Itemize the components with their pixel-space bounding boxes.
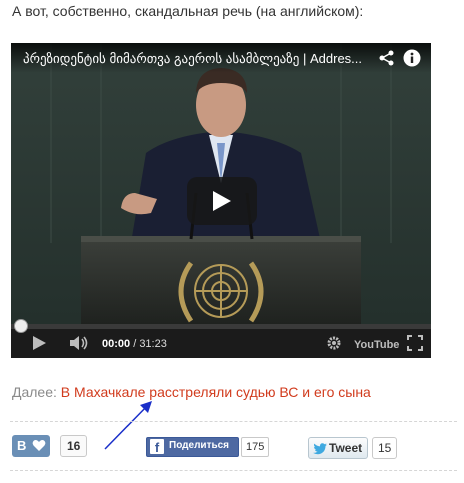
vk-like-button[interactable]: В xyxy=(12,435,50,457)
facebook-share-button[interactable]: f Поделиться xyxy=(146,437,239,457)
current-time: 00:00 xyxy=(102,338,131,350)
divider xyxy=(10,421,457,422)
play-icon xyxy=(213,191,231,211)
video-time: 00:00 / 31:23 xyxy=(102,338,167,350)
fullscreen-icon[interactable] xyxy=(407,335,423,356)
vk-like-count: 16 xyxy=(60,435,88,457)
youtube-logo[interactable]: YouTube xyxy=(354,335,400,358)
info-icon[interactable] xyxy=(403,49,421,67)
tweet-button[interactable]: Tweet xyxy=(308,437,368,459)
next-article: Далее: В Махачкале расстреляли судью ВС … xyxy=(12,384,371,400)
facebook-share-count: 175 xyxy=(241,437,270,457)
tweet-label: Tweet xyxy=(329,441,363,455)
facebook-share-label: Поделиться xyxy=(169,440,230,451)
duration: / 31:23 xyxy=(133,338,167,350)
intro-text: А вот, собственно, скандальная речь (на … xyxy=(12,3,364,19)
progress-bar[interactable] xyxy=(11,324,431,329)
facebook-icon: f xyxy=(150,439,164,455)
play-button[interactable] xyxy=(187,177,257,225)
play-icon[interactable] xyxy=(31,335,47,356)
progress-knob[interactable] xyxy=(14,319,28,333)
volume-icon[interactable] xyxy=(69,335,89,356)
heart-icon xyxy=(32,439,46,457)
vk-logo: В xyxy=(17,438,27,453)
share-icon[interactable] xyxy=(378,49,396,67)
next-article-label: Далее: xyxy=(12,384,57,400)
youtube-logo-text: YouTube xyxy=(354,339,399,351)
video-player[interactable]: პრეზიდენტის მიმართვა გაეროს ასამბლეაზე |… xyxy=(11,43,431,358)
settings-icon[interactable] xyxy=(327,336,341,355)
video-title[interactable]: პრეზიდენტის მიმართვა გაეროს ასამბლეაზე |… xyxy=(23,51,363,67)
divider xyxy=(10,470,457,471)
twitter-bird-icon xyxy=(313,442,327,460)
tweet-count: 15 xyxy=(372,437,398,459)
